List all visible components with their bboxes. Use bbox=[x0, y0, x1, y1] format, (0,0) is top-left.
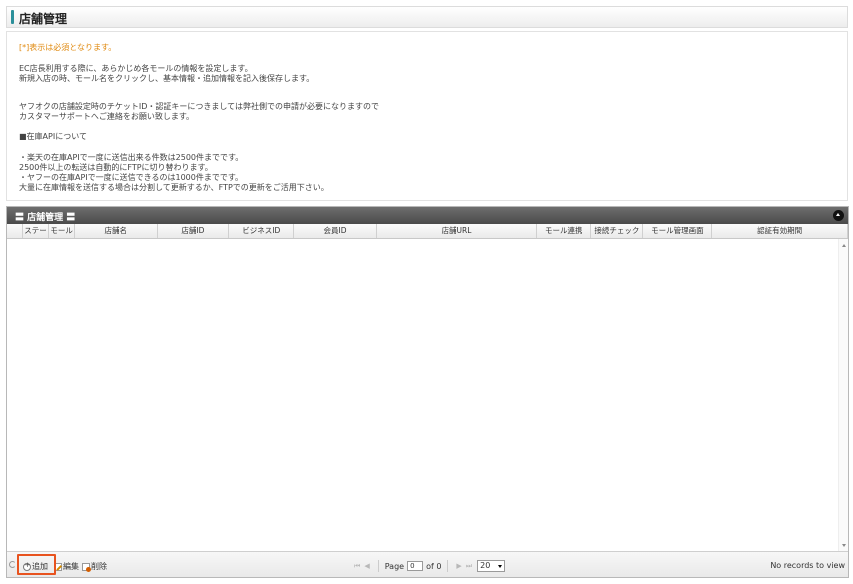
delete-button-label: 削除 bbox=[91, 562, 107, 571]
rows-per-page-select[interactable]: 20 bbox=[477, 560, 506, 572]
grid-caption: 〓 店舗管理 〓 bbox=[7, 207, 848, 224]
column-header-connection-check[interactable]: 接続チェック bbox=[591, 224, 644, 238]
page-label: Page bbox=[384, 561, 405, 571]
pager-separator bbox=[447, 560, 449, 572]
page-number-input[interactable]: 0 bbox=[407, 561, 424, 571]
next-page-icon[interactable]: ▶ bbox=[456, 562, 461, 570]
column-header-business-id[interactable]: ビジネスID bbox=[229, 224, 295, 238]
column-header-select[interactable] bbox=[7, 224, 23, 238]
collapse-icon[interactable] bbox=[833, 210, 844, 221]
column-header-mall[interactable]: モール bbox=[49, 224, 75, 238]
first-page-icon[interactable]: ⏮ bbox=[354, 562, 360, 571]
column-header-store-name[interactable]: 店舗名 bbox=[75, 224, 158, 238]
title-accent bbox=[11, 10, 14, 24]
grid-caption-title: 〓 店舗管理 〓 bbox=[15, 213, 76, 223]
info-line: 大量に在庫情報を送信する場合は分割して更新するか、FTPでの更新をご活用下さい。 bbox=[19, 183, 329, 192]
edit-button-label: 編集 bbox=[63, 562, 79, 571]
column-header-mall-link[interactable]: モール連携 bbox=[537, 224, 592, 238]
grid-body bbox=[7, 239, 848, 551]
column-header-auth-period[interactable]: 認証有効期間 bbox=[712, 224, 848, 238]
store-grid: 〓 店舗管理 〓 ステー モール 店舗名 店舗ID ビジネスID 会員ID 店舗… bbox=[6, 206, 849, 578]
page-title: 店舗管理 bbox=[19, 12, 68, 26]
required-note: [*]表示は必須となります。 bbox=[19, 43, 117, 52]
info-line: カスタマーサポートへご連絡をお願い致します。 bbox=[19, 112, 195, 121]
info-line: ・ヤフーの在庫APIで一度に送信できるのは1000件までです。 bbox=[19, 173, 244, 182]
info-line: 新規入店の時、モール名をクリックし、基本情報・追加情報を記入後保存します。 bbox=[19, 74, 315, 83]
rows-per-page-value: 20 bbox=[480, 561, 491, 570]
edit-button[interactable]: 編集 bbox=[54, 561, 79, 572]
grid-header-row: ステー モール 店舗名 店舗ID ビジネスID 会員ID 店舗URL モール連携… bbox=[7, 224, 848, 239]
scroll-up-icon[interactable] bbox=[841, 244, 846, 247]
grid-scrollbar[interactable] bbox=[838, 239, 848, 551]
info-line: ・楽天の在庫APIで一度に送信出来る件数は2500件までです。 bbox=[19, 153, 244, 162]
prev-page-icon[interactable]: ◀ bbox=[364, 562, 369, 570]
info-line: ■在庫APIについて bbox=[19, 132, 87, 141]
scroll-down-icon[interactable] bbox=[841, 544, 846, 547]
refresh-icon[interactable] bbox=[9, 561, 16, 568]
info-panel: [*]表示は必須となります。 EC店長利用する際に、あらかじめ各モールの情報を設… bbox=[6, 31, 848, 201]
column-header-store-id[interactable]: 店舗ID bbox=[158, 224, 230, 238]
delete-icon bbox=[82, 562, 91, 572]
add-button-highlight bbox=[17, 554, 56, 575]
delete-button[interactable]: 削除 bbox=[82, 561, 107, 572]
info-line: ヤフオクの店舗設定時のチケットID・認証キーにつきましては弊社側での申請が必要に… bbox=[19, 102, 379, 111]
column-header-mall-admin[interactable]: モール管理画面 bbox=[643, 224, 713, 238]
grid-pager: 追加 編集 削除 ⏮ ◀ Page 0 of 0 ▶ ⏭ 20 No recor… bbox=[7, 551, 848, 577]
last-page-icon[interactable]: ⏭ bbox=[466, 562, 472, 571]
column-header-store-url[interactable]: 店舗URL bbox=[377, 224, 538, 238]
info-line: 2500件以上の転送は自動的にFTPに切り替わります。 bbox=[19, 163, 213, 172]
column-header-status[interactable]: ステー bbox=[23, 224, 50, 238]
page-total-label: of 0 bbox=[426, 561, 442, 571]
records-status: No records to view bbox=[770, 561, 845, 570]
info-line: EC店長利用する際に、あらかじめ各モールの情報を設定します。 bbox=[19, 64, 253, 73]
page-navigation: ⏮ ◀ Page 0 of 0 ▶ ⏭ 20 bbox=[352, 560, 506, 572]
chevron-down-icon bbox=[498, 565, 503, 568]
pager-separator bbox=[377, 560, 379, 572]
page-title-bar: 店舗管理 bbox=[6, 6, 848, 28]
column-header-member-id[interactable]: 会員ID bbox=[294, 224, 377, 238]
